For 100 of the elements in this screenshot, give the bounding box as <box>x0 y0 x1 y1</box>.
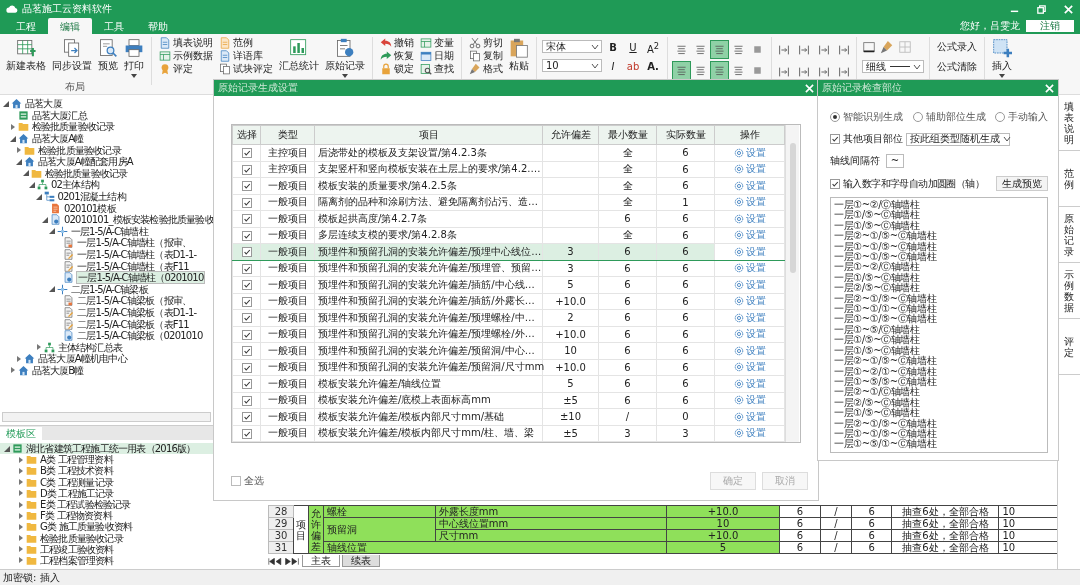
toolbar-button[interactable]: 打印 <box>122 37 146 79</box>
dropdown-select[interactable]: 按此组类型随机生成 <box>906 132 1010 146</box>
expand-arrow-icon[interactable] <box>18 557 24 564</box>
tree-item[interactable]: 品茗大厦汇总 <box>30 109 88 121</box>
align-button[interactable] <box>673 62 690 79</box>
tree-item[interactable]: 二层1-5/A-C轴梁板（表D1-1- <box>76 307 198 318</box>
tree-item[interactable]: A类 工程管理资料 <box>39 454 114 466</box>
toolbar-button[interactable]: 公式清除 <box>935 60 979 74</box>
tree-item[interactable]: 02主体结构 <box>50 179 100 191</box>
checkbox[interactable] <box>830 178 840 189</box>
toolbar-button[interactable]: 查找 <box>418 63 456 75</box>
tree-item[interactable]: 检验批质量验收记录 <box>37 144 122 156</box>
merge-icon[interactable] <box>777 43 791 57</box>
checkbox[interactable] <box>241 263 252 274</box>
table-row[interactable]: 一般项目 模板安装允许偏差/底模上表面标高mm ±5 6 6 设置 <box>232 392 785 409</box>
tree-item[interactable]: G类 施工质量验收资料 <box>39 521 134 533</box>
toolbar-button[interactable]: 范例 <box>217 37 275 49</box>
expand-arrow-icon[interactable] <box>18 479 24 486</box>
table-row[interactable]: 一般项目 隔离剂的品种和涂刷方法、避免隔离剂沾污、造… 全 1 设置 <box>232 194 785 211</box>
sheet-tab[interactable]: 主表 <box>302 555 340 567</box>
tree-item[interactable]: B类 工程技术资料 <box>39 465 114 477</box>
toolbar-button[interactable]: 锁定 <box>378 63 416 75</box>
toolbar-button[interactable]: 填表说明 <box>157 37 215 49</box>
expand-arrow-icon[interactable] <box>9 135 16 142</box>
toolbar-button[interactable]: 汇总统计 <box>277 37 321 74</box>
toolbar-button[interactable]: 撤销 <box>378 37 416 49</box>
checkbox[interactable] <box>241 296 252 307</box>
expand-arrow-icon[interactable] <box>48 286 55 293</box>
toolbar-button[interactable]: 恢复 <box>378 50 416 62</box>
toolbar-button[interactable]: 详语库 <box>217 50 275 62</box>
merge-icon[interactable] <box>837 43 851 57</box>
expand-arrow-icon[interactable] <box>9 367 16 374</box>
close-icon[interactable] <box>1063 3 1074 15</box>
expand-arrow-icon[interactable] <box>16 147 22 154</box>
toolbar-button[interactable]: 新建表格 <box>4 37 48 74</box>
checkbox[interactable] <box>231 476 241 486</box>
tree-item[interactable]: 一层1-5/A-C轴墙柱（0201010 <box>76 271 206 285</box>
tree-item[interactable]: E类 工程试验检验记录 <box>39 499 132 511</box>
table-row[interactable]: 一般项目 预埋件和预留孔洞的安装允许偏差/预埋管、预留… 3 6 6 设置 <box>232 260 785 277</box>
tree-item[interactable]: 一层1-5/A-C轴墙柱 <box>69 225 149 237</box>
tree-item[interactable]: 020101模板 <box>63 202 117 214</box>
border-icon[interactable] <box>862 40 876 54</box>
table-row[interactable]: 一般项目 预埋件和预留孔洞的安装允许偏差/预留洞/尺寸mm +10.0 6 6 设置 <box>232 359 785 376</box>
expand-arrow-icon[interactable] <box>18 467 24 474</box>
radio-button[interactable] <box>912 112 923 122</box>
expand-arrow-icon[interactable] <box>22 170 29 177</box>
expand-arrow-icon[interactable] <box>18 456 24 463</box>
scrollbar[interactable] <box>2 412 211 422</box>
sheet-tab[interactable]: 续表 <box>342 555 380 567</box>
expand-arrow-icon[interactable] <box>16 158 22 165</box>
tree-item[interactable]: 二层1-5/A-C轴梁板（0201010 <box>76 330 204 342</box>
expand-arrow-icon[interactable] <box>35 344 42 351</box>
table-row[interactable]: 一般项目 模板安装允许偏差/轴线位置 5 6 6 设置 <box>232 375 785 392</box>
close-icon[interactable] <box>805 83 814 93</box>
menu-tab[interactable]: 编辑 <box>48 18 92 34</box>
brush-icon[interactable] <box>880 40 894 54</box>
tree-item[interactable]: D类 工程施工记录 <box>39 487 115 499</box>
tree-item[interactable]: 02010101_模板安装检验批质量验收 <box>63 214 213 226</box>
tree-item[interactable]: F类 工程物资资料 <box>39 510 113 522</box>
checkbox[interactable] <box>241 346 252 357</box>
expand-arrow-icon[interactable] <box>4 445 10 452</box>
menu-tab[interactable]: 帮助 <box>136 18 180 34</box>
tree-item[interactable]: 品茗大厦B幢 <box>30 364 85 376</box>
toolbar-button[interactable]: 评定 <box>157 63 215 75</box>
font-size-select[interactable]: 10 <box>542 59 602 72</box>
merge-icon[interactable] <box>817 43 831 57</box>
toolbar-button[interactable]: 试块评定 <box>217 63 275 75</box>
format-button[interactable]: I <box>604 59 622 74</box>
input-field[interactable]: ~ <box>886 154 904 168</box>
tree-item[interactable]: 0201混凝土结构 <box>56 191 127 203</box>
sheet-nav-icon[interactable] <box>268 557 300 565</box>
radio-button[interactable] <box>995 112 1005 122</box>
table-row[interactable]: 主控项目 支架竖杆和竖向模板安装在土层上的要求/第4.2.… 全 6 设置 <box>232 161 785 178</box>
toolbar-button[interactable]: 变量 <box>418 37 456 49</box>
tree-item[interactable]: 二层1-5/A-C轴梁板（报审、 <box>76 295 193 307</box>
menu-tab[interactable]: 工具 <box>92 18 136 34</box>
align-button[interactable] <box>711 62 728 79</box>
expand-arrow-icon[interactable] <box>29 181 35 188</box>
table-row[interactable]: 一般项目 模板安装允许偏差/模板内部尺寸mm/基础 ±10 / 0 设置 <box>232 408 785 425</box>
tree-item[interactable]: 一层1-5/A-C轴墙柱（表D1-1- <box>76 249 198 260</box>
tree-item[interactable]: C类 工程测量记录 <box>39 476 114 488</box>
table-row[interactable]: 一般项目 预埋件和预留孔洞的安装允许偏差/预埋螺栓/外… +10.0 6 6 设置 <box>232 326 785 343</box>
expand-arrow-icon[interactable] <box>48 228 55 235</box>
table-row[interactable]: 一般项目 多层连续支模的要求/第4.2.8条 全 6 设置 <box>232 227 785 244</box>
insert-button[interactable]: 插入 <box>990 37 1014 79</box>
format-button[interactable]: ab <box>624 59 642 74</box>
checkbox[interactable] <box>241 197 252 208</box>
radio-button[interactable] <box>830 112 840 122</box>
checkbox[interactable] <box>830 134 840 144</box>
tree-item[interactable]: 检验批质量验收记录 <box>39 532 124 544</box>
toolbar-button[interactable]: 原始记录 <box>323 37 367 79</box>
tree-item[interactable]: 二层1-5/A-C轴梁板（表F11 <box>76 318 190 330</box>
checkbox[interactable] <box>241 164 252 175</box>
tree-item[interactable]: 品茗大厦 <box>24 98 63 110</box>
font-select[interactable]: 宋体 <box>542 40 602 53</box>
tree-item[interactable]: 品茗大厦A幢配套用房A <box>37 156 134 168</box>
expand-arrow-icon[interactable] <box>18 546 24 553</box>
tree-item[interactable]: 检验批质量验收记录 <box>30 121 116 133</box>
logout-button[interactable]: 注销 <box>1026 20 1074 32</box>
checkbox[interactable] <box>241 428 252 439</box>
